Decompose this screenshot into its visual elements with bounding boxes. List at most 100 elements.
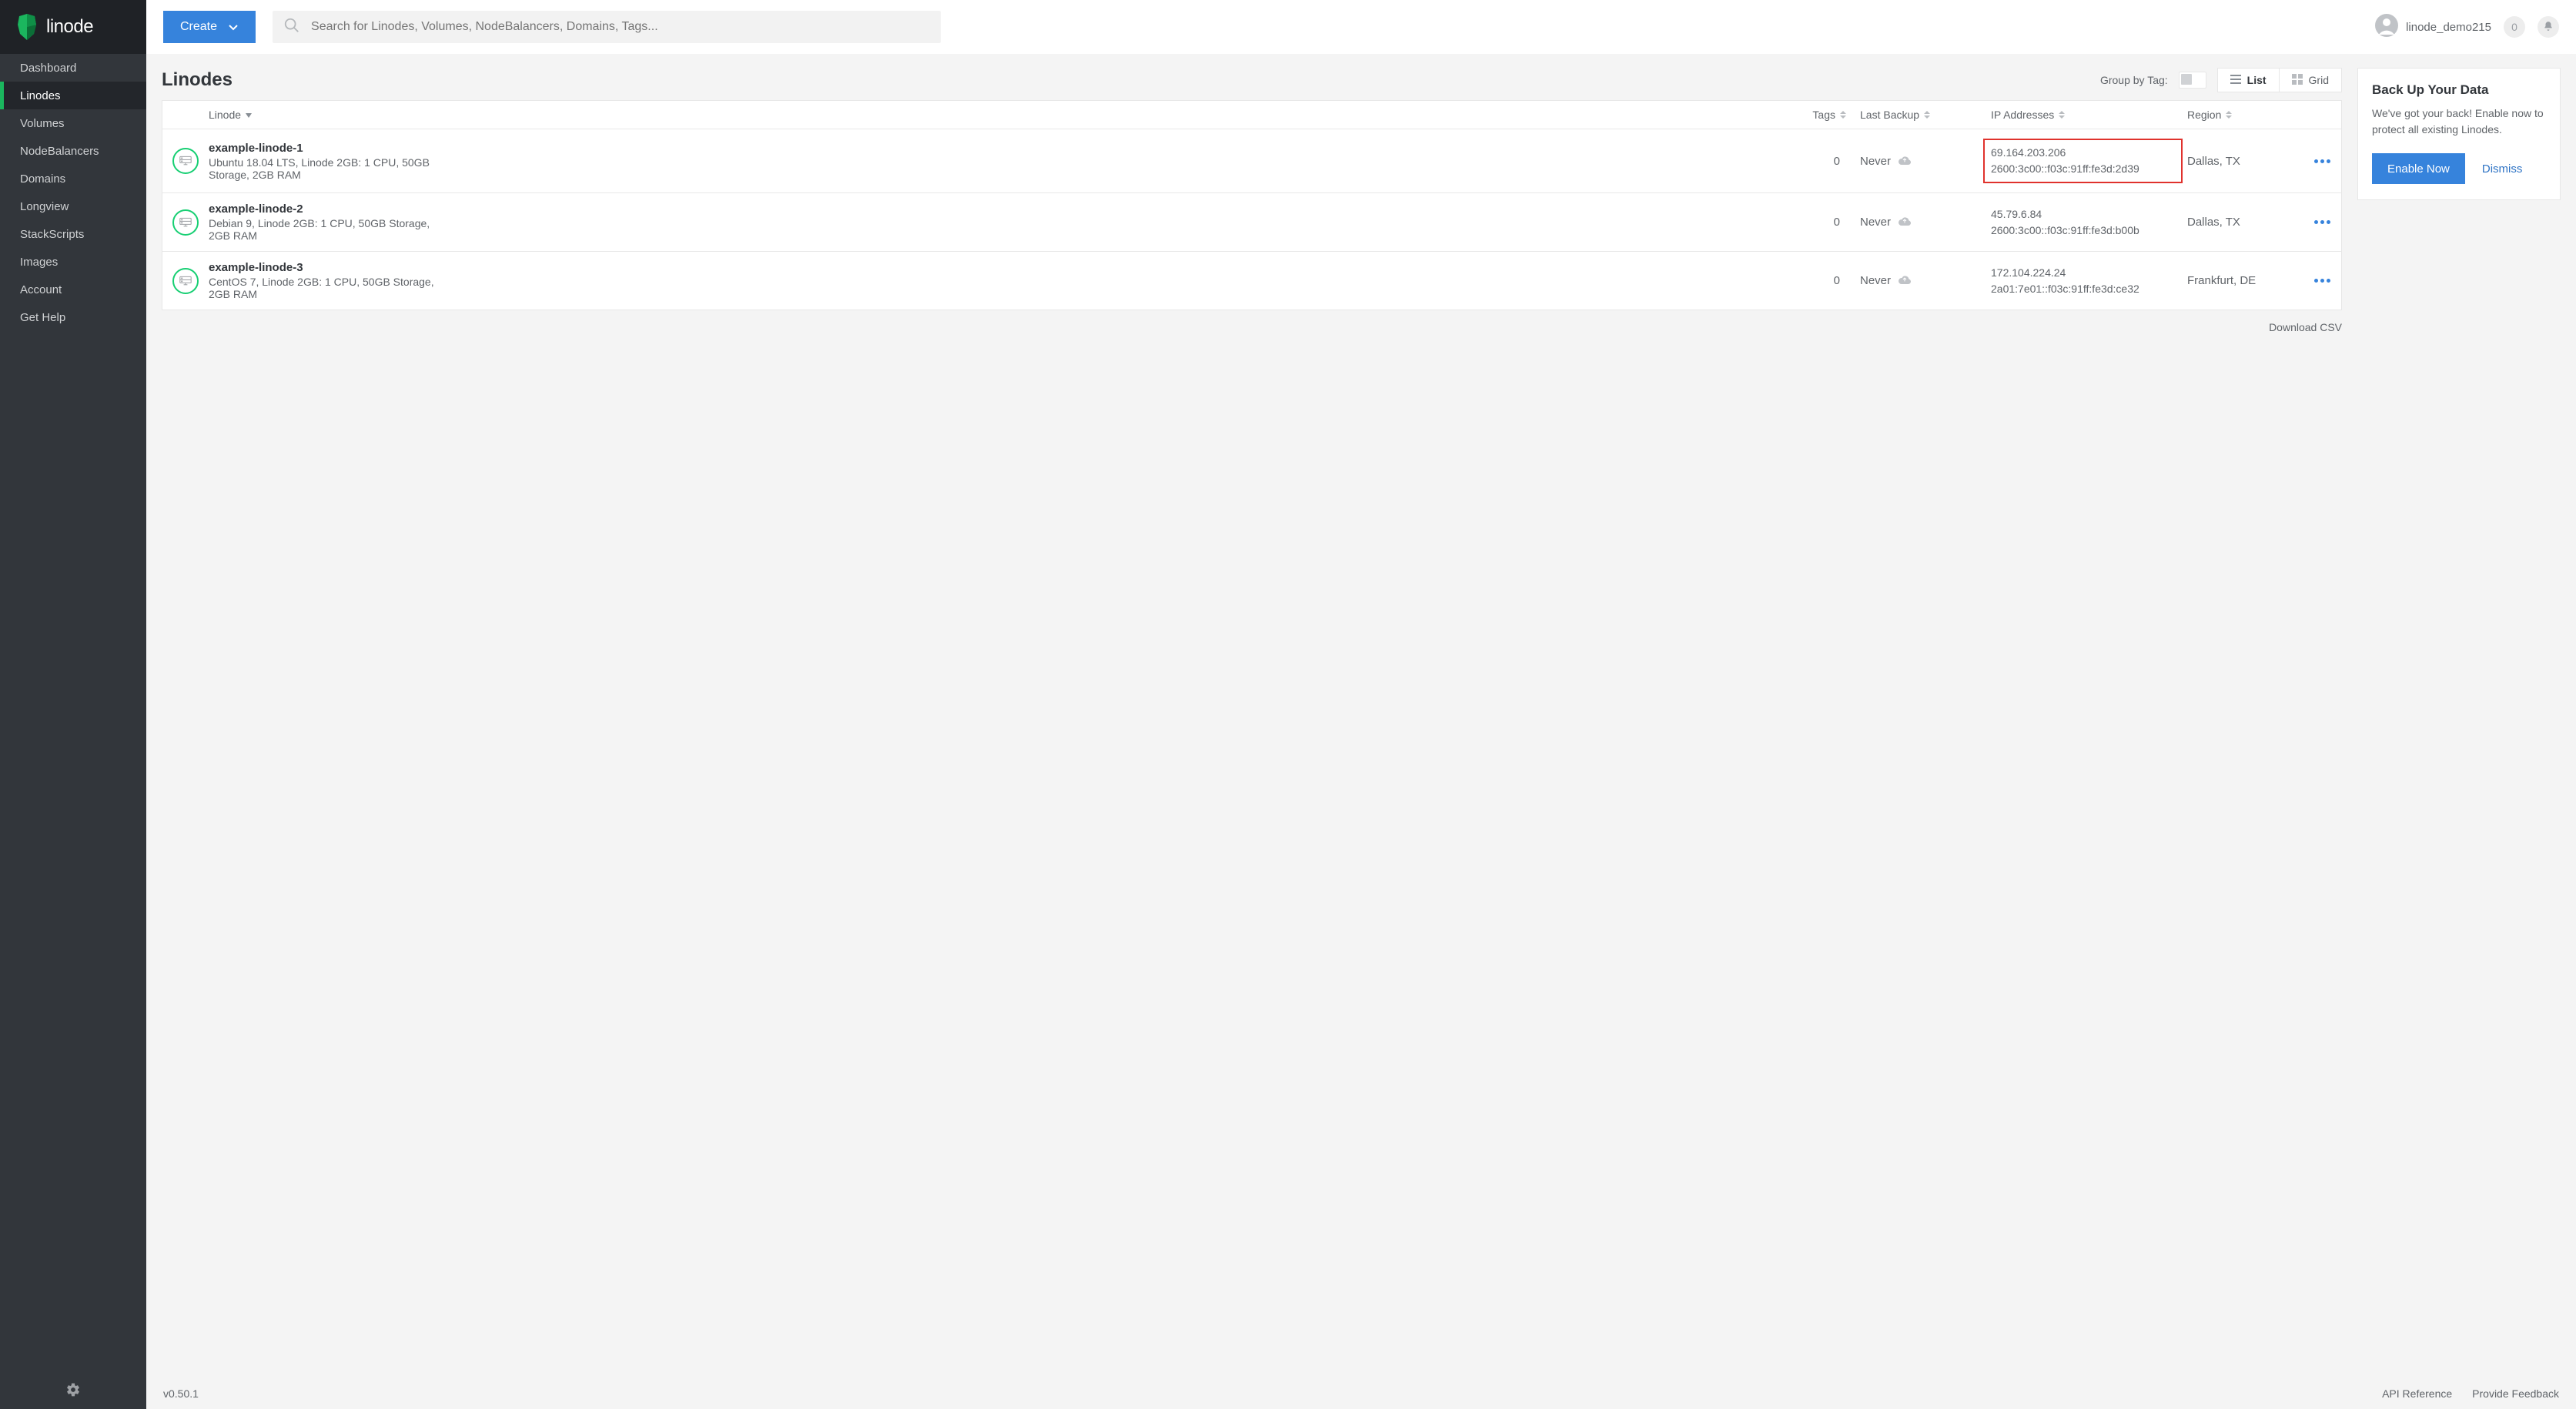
avatar-icon [2375,14,2398,41]
sort-icon [2226,109,2232,121]
sidebar-item-longview[interactable]: Longview [0,192,146,220]
linode-name[interactable]: example-linode-2 [209,202,1798,216]
sidebar-item-images[interactable]: Images [0,248,146,276]
promo-title: Back Up Your Data [2372,82,2546,98]
ellipsis-icon [2314,220,2330,224]
sidebar-item-domains[interactable]: Domains [0,165,146,192]
cloud-backup-icon [1899,274,1911,287]
search-icon [283,17,300,38]
sort-icon [2059,109,2065,121]
col-tags[interactable]: Tags [1798,109,1860,121]
tag-count: 0 [1798,274,1860,287]
view-list-label: List [2247,74,2267,86]
region: Dallas, TX [2187,155,2303,168]
linode-spec: Debian 9, Linode 2GB: 1 CPU, 50GB Storag… [209,217,440,242]
ipv4: 69.164.203.206 [1991,145,2175,161]
region: Dallas, TX [2187,216,2303,229]
bell-icon [2543,21,2554,34]
sidebar-item-label: Linodes [20,89,61,102]
ip-addresses: 45.79.6.842600:3c00::f03c:91ff:fe3d:b00b [1991,206,2187,239]
brand[interactable]: linode [0,0,146,54]
page-title: Linodes [162,69,233,91]
cloud-backup-icon [1899,155,1911,168]
search[interactable] [273,11,941,43]
col-tags-label: Tags [1812,109,1835,121]
tag-count: 0 [1798,155,1860,168]
api-reference-link[interactable]: API Reference [2382,1387,2452,1400]
create-button[interactable]: Create [163,11,256,43]
linodes-table: Linode Tags Last Backup IP Addresse [162,100,2342,310]
group-by-tag-label: Group by Tag: [2100,74,2168,86]
row-actions-menu[interactable] [2303,279,2341,283]
caret-down-icon [246,109,252,121]
sidebar-item-label: NodeBalancers [20,145,99,158]
notification-count[interactable]: 0 [2504,16,2525,38]
sidebar-item-label: Domains [20,172,65,186]
sidebar-item-label: Volumes [20,117,65,130]
chevron-down-icon [228,22,239,32]
user-menu[interactable]: linode_demo215 [2375,14,2491,41]
col-backup[interactable]: Last Backup [1860,109,1991,121]
row-actions-menu[interactable] [2303,159,2341,163]
row-actions-menu[interactable] [2303,220,2341,224]
sidebar-item-account[interactable]: Account [0,276,146,303]
col-backup-label: Last Backup [1860,109,1919,121]
last-backup: Never [1860,216,1991,229]
table-row[interactable]: example-linode-1Ubuntu 18.04 LTS, Linode… [162,129,2341,193]
linode-logo-icon [15,14,38,40]
view-grid-label: Grid [2309,74,2329,86]
search-input[interactable] [309,19,930,35]
last-backup: Never [1860,155,1991,168]
notifications-button[interactable] [2538,16,2559,38]
sidebar-item-linodes[interactable]: Linodes [0,82,146,109]
download-csv-link[interactable]: Download CSV [162,321,2342,333]
sidebar-item-nodebalancers[interactable]: NodeBalancers [0,137,146,165]
sidebar-item-stackscripts[interactable]: StackScripts [0,220,146,248]
nav: Dashboard Linodes Volumes NodeBalancers … [0,54,146,1374]
col-region[interactable]: Region [2187,109,2303,121]
sort-icon [1840,109,1846,121]
col-ip[interactable]: IP Addresses [1991,109,2187,121]
view-grid-button[interactable]: Grid [2280,69,2341,92]
topbar: Create linode_demo215 0 [146,0,2576,54]
create-button-label: Create [180,20,217,34]
linode-spec: Ubuntu 18.04 LTS, Linode 2GB: 1 CPU, 50G… [209,156,440,181]
ip-addresses: 69.164.203.2062600:3c00::f03c:91ff:fe3d:… [1983,139,2183,183]
promo-body: We've got your back! Enable now to prote… [2372,105,2546,138]
grid-icon [2292,74,2303,87]
view-list-button[interactable]: List [2218,69,2279,92]
sidebar-settings[interactable] [0,1374,146,1409]
ipv6: 2600:3c00::f03c:91ff:fe3d:b00b [1991,223,2187,239]
status-running-icon [172,148,199,174]
ellipsis-icon [2314,279,2330,283]
sidebar-item-get-help[interactable]: Get Help [0,303,146,331]
version-label: v0.50.1 [163,1387,199,1400]
table-row[interactable]: example-linode-3CentOS 7, Linode 2GB: 1 … [162,252,2341,310]
group-by-tag-toggle[interactable] [2179,72,2206,89]
status-running-icon [172,268,199,294]
status-running-icon [172,209,199,236]
col-linode[interactable]: Linode [209,109,1798,121]
enable-now-button[interactable]: Enable Now [2372,153,2465,184]
sidebar-item-dashboard[interactable]: Dashboard [0,54,146,82]
tag-count: 0 [1798,216,1860,229]
ipv4: 172.104.224.24 [1991,265,2187,281]
sidebar-item-label: Images [20,256,58,269]
sidebar-item-label: Get Help [20,311,65,324]
linode-name[interactable]: example-linode-3 [209,261,1798,274]
gear-icon [65,1382,81,1401]
list-icon [2230,74,2241,87]
backup-promo-card: Back Up Your Data We've got your back! E… [2357,68,2561,200]
dismiss-link[interactable]: Dismiss [2482,162,2523,176]
col-linode-label: Linode [209,109,241,121]
col-ip-label: IP Addresses [1991,109,2054,121]
table-row[interactable]: example-linode-2Debian 9, Linode 2GB: 1 … [162,193,2341,252]
last-backup: Never [1860,274,1991,287]
sidebar-item-volumes[interactable]: Volumes [0,109,146,137]
linode-name[interactable]: example-linode-1 [209,142,1798,155]
sort-icon [1924,109,1930,121]
ipv4: 45.79.6.84 [1991,206,2187,223]
provide-feedback-link[interactable]: Provide Feedback [2472,1387,2559,1400]
table-header: Linode Tags Last Backup IP Addresse [162,101,2341,129]
cloud-backup-icon [1899,216,1911,229]
